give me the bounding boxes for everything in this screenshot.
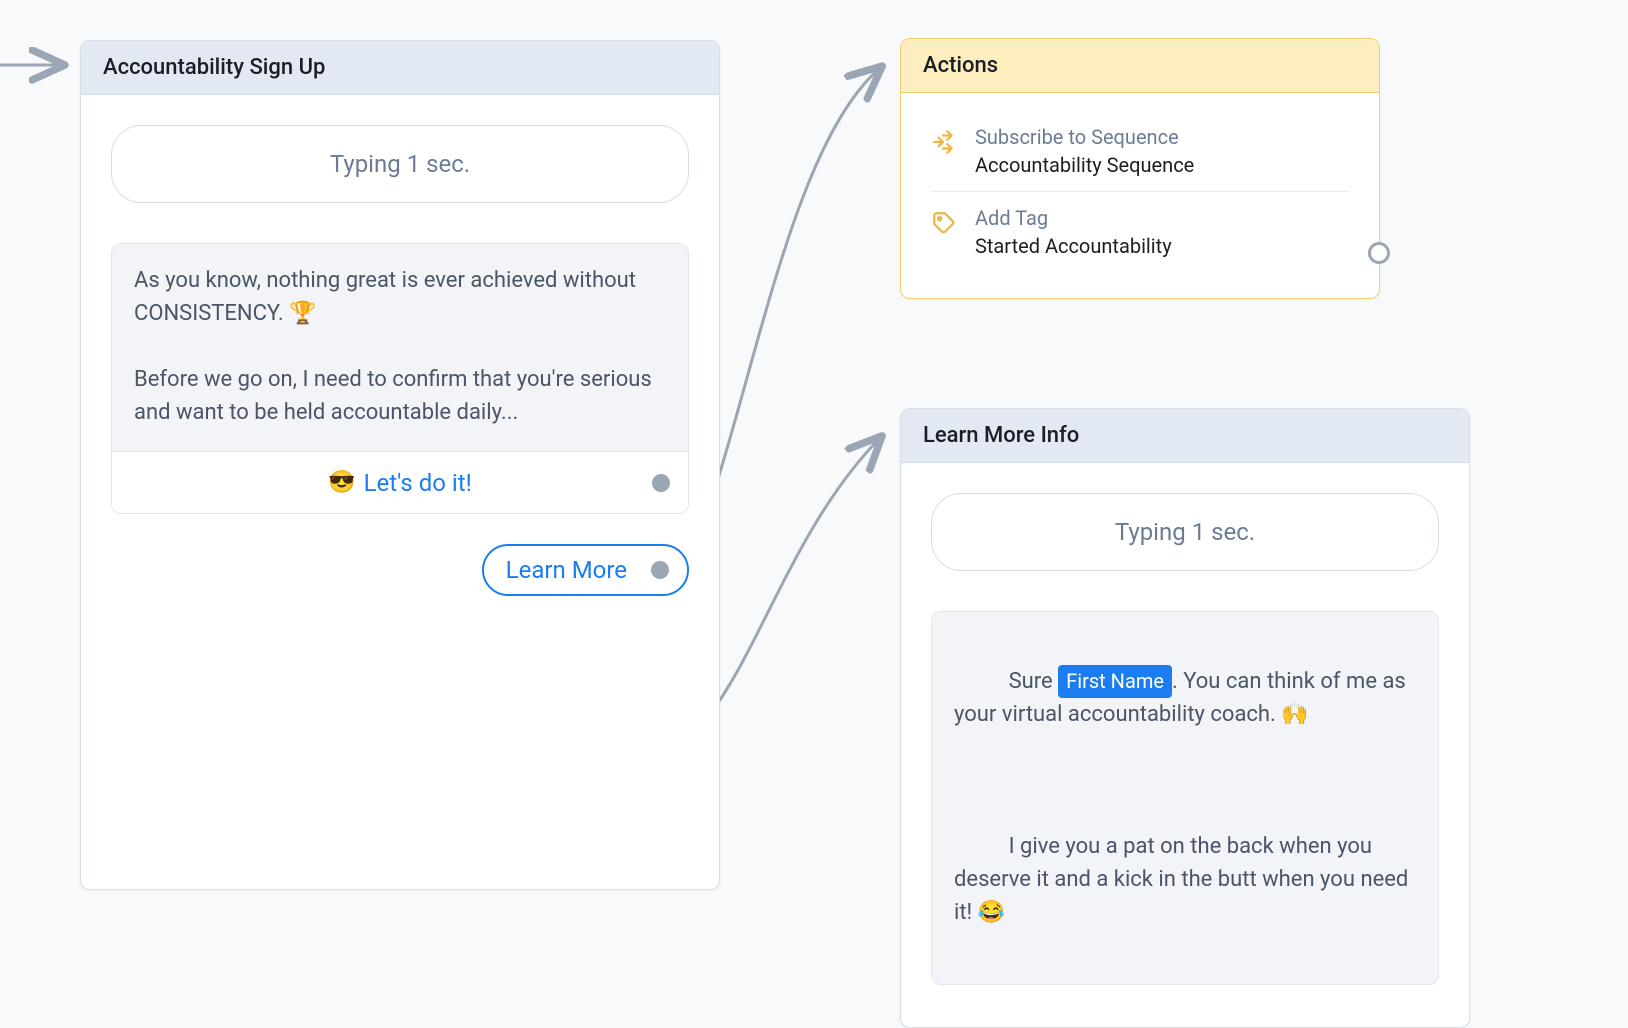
sunglasses-emoji: 😎	[328, 470, 355, 495]
flow-canvas[interactable]: Accountability Sign Up Typing 1 sec. As …	[0, 0, 1628, 1028]
card-header[interactable]: Accountability Sign Up	[81, 41, 719, 95]
action-label: Add Tag	[975, 206, 1172, 230]
action-item[interactable]: Subscribe to Sequence Accountability Sequ…	[931, 111, 1349, 191]
quick-reply-label: Let's do it!	[364, 469, 472, 497]
message-block[interactable]: Sure First Name. You can think of me as …	[931, 611, 1439, 985]
message-text: Sure First Name. You can think of me as …	[932, 612, 1438, 984]
action-item[interactable]: Add Tag Started Accountability	[931, 191, 1349, 272]
msg-fragment: Sure	[1009, 669, 1059, 694]
action-label: Subscribe to Sequence	[975, 125, 1194, 149]
typing-delay-pill[interactable]: Typing 1 sec.	[931, 493, 1439, 571]
output-port-actions[interactable]	[1368, 242, 1390, 264]
variable-first-name[interactable]: First Name	[1058, 665, 1172, 698]
quick-reply-lets-do-it[interactable]: 😎 Let's do it!	[112, 451, 688, 513]
card-header[interactable]: Actions	[901, 39, 1379, 93]
card-header[interactable]: Learn More Info	[901, 409, 1469, 463]
card-learn-more-info[interactable]: Learn More Info Typing 1 sec. Sure First…	[900, 408, 1470, 1028]
msg-fragment: I give you a pat on the back when you de…	[954, 834, 1414, 925]
message-block[interactable]: As you know, nothing great is ever achie…	[111, 243, 689, 514]
typing-delay-pill[interactable]: Typing 1 sec.	[111, 125, 689, 203]
quick-reply-label: Learn More	[506, 556, 627, 584]
message-text: As you know, nothing great is ever achie…	[112, 244, 688, 451]
card-accountability-sign-up[interactable]: Accountability Sign Up Typing 1 sec. As …	[80, 40, 720, 890]
card-actions[interactable]: Actions Subscribe to Sequence Accountabil…	[900, 38, 1380, 299]
output-port-learn-more[interactable]	[651, 561, 669, 579]
action-value: Accountability Sequence	[975, 153, 1194, 177]
sequence-icon	[931, 129, 957, 155]
action-value: Started Accountability	[975, 234, 1172, 258]
quick-reply-learn-more[interactable]: Learn More	[482, 544, 689, 596]
output-port-lets-do-it[interactable]	[652, 474, 670, 492]
tag-icon	[931, 210, 957, 236]
